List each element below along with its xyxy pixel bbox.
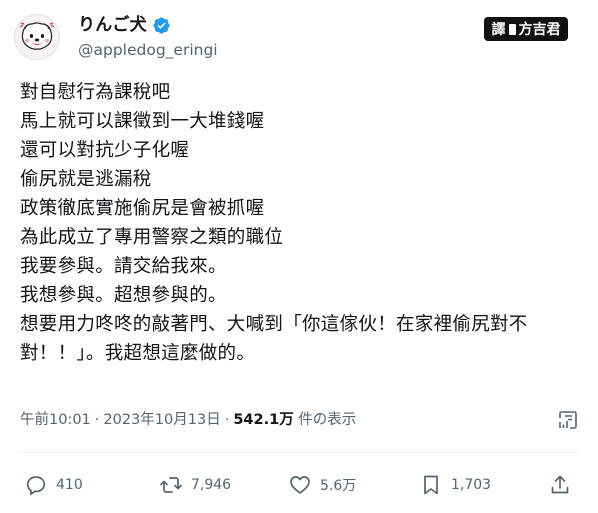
apple-dog-avatar-icon: [19, 22, 55, 50]
meta-separator: ·: [224, 412, 230, 428]
heart-icon: [290, 476, 310, 494]
share-icon: [551, 475, 569, 494]
author-handle[interactable]: @appledog_eringi: [78, 40, 218, 60]
tweet-text: 對自慰行為課稅吧 馬上就可以課徵到一大堆錢喔 還可以對抗少子化喔 偷尻就是逃漏稅…: [20, 78, 580, 368]
verified-badge-icon: [153, 16, 170, 34]
bookmark-button[interactable]: 1,703: [419, 470, 491, 500]
retweet-count: 7,946: [191, 477, 232, 493]
reply-button[interactable]: 410: [24, 470, 83, 500]
tweet-line: 還可以對抗少子化喔: [20, 140, 190, 161]
avatar[interactable]: [14, 14, 60, 60]
share-button[interactable]: [548, 470, 572, 500]
translator-name: 方吉君: [518, 22, 561, 38]
tweet-line: 為此成立了專用警察之類的職位: [20, 227, 284, 248]
bookmark-count: 1,703: [451, 477, 492, 493]
author-display-name[interactable]: りんご犬: [78, 13, 147, 37]
tweet-line: 對自慰行為課稅吧: [20, 82, 171, 103]
badge-separator-icon: [508, 23, 516, 35]
tweet-line: 我想參與。超想參與的。: [20, 285, 227, 306]
tweet-time[interactable]: 午前10:01: [20, 412, 91, 428]
tweet-line: 偷尻就是逃漏稅: [20, 169, 152, 190]
tweet-line: 馬上就可以課徵到一大堆錢喔: [20, 111, 265, 132]
meta-separator: ·: [94, 412, 100, 428]
bookmark-icon: [424, 475, 438, 495]
tweet-line: 想要用力咚咚的敲著門、大喊到「你這傢伙！在家裡偷尻對不: [20, 314, 528, 335]
tweet-meta: 午前10:01 · 2023年10月13日 · 542.1万 件の表示: [20, 409, 356, 431]
tweet-line: 對！！」。我超想這麼做的。: [20, 343, 256, 364]
like-button[interactable]: 5.6万: [288, 470, 356, 500]
analytics-icon[interactable]: [556, 408, 580, 432]
views-count: 542.1万: [233, 412, 294, 428]
translator-prefix: 譯: [491, 22, 506, 38]
reply-count: 410: [56, 477, 83, 493]
tweet-line: 我要參與。請交給我來。: [20, 256, 227, 277]
like-count: 5.6万: [320, 478, 357, 494]
tweet-line: 政策徹底實施偷尻是會被抓喔: [20, 198, 265, 219]
translator-badge: 譯 方吉君: [484, 17, 568, 41]
action-bar: 410 7,946 5.6万 1,703: [0, 470, 598, 500]
author-name-row[interactable]: りんご犬: [78, 13, 171, 37]
divider: [18, 452, 580, 453]
views-label: 件の表示: [298, 412, 357, 428]
reply-icon: [26, 476, 46, 496]
tweet-date[interactable]: 2023年10月13日: [103, 412, 220, 428]
retweet-icon: [160, 477, 182, 493]
retweet-button[interactable]: 7,946: [159, 470, 231, 500]
